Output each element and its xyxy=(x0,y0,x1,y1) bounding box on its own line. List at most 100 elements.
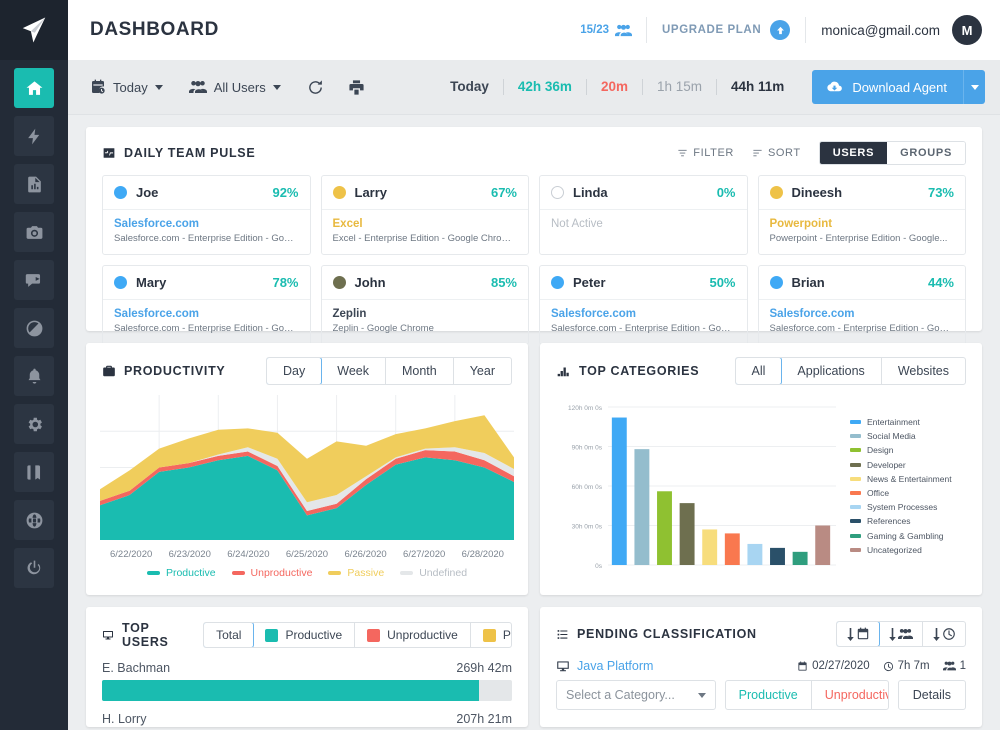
camera-icon xyxy=(25,223,44,242)
sidebar-item-screenshots[interactable] xyxy=(14,212,54,252)
top-users-legend-passive[interactable]: Passive xyxy=(471,623,512,647)
category-legend-item[interactable]: Entertainment xyxy=(850,417,952,427)
seat-usage[interactable]: 15/23 xyxy=(566,17,647,43)
app-logo[interactable] xyxy=(0,0,68,60)
sort-button[interactable]: SORT xyxy=(752,147,801,159)
classify-productive-button[interactable]: Productive xyxy=(726,681,812,709)
refresh-button[interactable] xyxy=(307,79,324,96)
legend-swatch xyxy=(850,519,861,523)
tab-month[interactable]: Month xyxy=(386,358,454,384)
pending-date: 02/27/2020 xyxy=(812,660,870,672)
pulse-user-card[interactable]: Dineesh73%PowerpointPowerpoint - Enterpr… xyxy=(758,175,967,255)
pulse-card-header: Linda0% xyxy=(540,176,747,210)
legend-swatch xyxy=(850,477,861,481)
sort-by-time-button[interactable] xyxy=(923,622,965,646)
print-button[interactable] xyxy=(348,79,365,96)
tab-week[interactable]: Week xyxy=(321,358,386,384)
calendar-icon xyxy=(797,661,808,672)
video-chat-icon xyxy=(25,271,44,290)
sidebar-item-home[interactable] xyxy=(14,68,54,108)
category-legend-item[interactable]: Design xyxy=(850,445,952,455)
category-legend-item[interactable]: Uncategorized xyxy=(850,545,952,555)
sidebar-item-settings[interactable] xyxy=(14,404,54,444)
category-legend-item[interactable]: Social Media xyxy=(850,431,952,441)
sidebar-item-network[interactable] xyxy=(14,500,54,540)
top-user-value: 207h 21m xyxy=(456,712,512,726)
category-legend-item[interactable]: References xyxy=(850,516,952,526)
legend-item[interactable]: Unproductive xyxy=(232,567,313,579)
pulse-user-card[interactable]: Brian44%Salesforce.comSalesforce.com - E… xyxy=(758,265,967,345)
filter-button[interactable]: FILTER xyxy=(677,147,734,159)
category-legend-item[interactable]: System Processes xyxy=(850,502,952,512)
pulse-user-card[interactable]: Mary78%Salesforce.comSalesforce.com - En… xyxy=(102,265,311,345)
tab-day[interactable]: Day xyxy=(266,357,322,385)
pulse-user-card[interactable]: Peter50%Salesforce.comSalesforce.com - E… xyxy=(539,265,748,345)
book-save-icon xyxy=(25,463,44,482)
tab-websites[interactable]: Websites xyxy=(882,358,965,384)
category-legend-item[interactable]: Gaming & Gambling xyxy=(850,531,952,541)
category-select[interactable]: Select a Category... xyxy=(556,680,716,710)
pulse-user-card[interactable]: Joe92%Salesforce.comSalesforce.com - Ent… xyxy=(102,175,311,255)
account-email[interactable]: monica@gmail.com xyxy=(806,23,952,38)
pulse-user-card[interactable]: Linda0%Not Active xyxy=(539,175,748,255)
sidebar-item-activity[interactable] xyxy=(14,116,54,156)
legend-swatch xyxy=(850,434,861,438)
sidebar-item-alerts[interactable] xyxy=(14,356,54,396)
svg-text:90h 0m 0s: 90h 0m 0s xyxy=(572,445,603,452)
pulse-user-percent: 85% xyxy=(491,275,517,290)
legend-swatch xyxy=(850,448,861,452)
legend-label: Productive xyxy=(285,628,342,642)
sidebar-item-reports[interactable] xyxy=(14,164,54,204)
bar xyxy=(815,526,830,566)
tab-year[interactable]: Year xyxy=(454,358,511,384)
pending-duration-group: 7h 7m xyxy=(883,660,930,672)
legend-swatch xyxy=(850,491,861,495)
pending-app-name: Java Platform xyxy=(577,659,653,673)
legend-item[interactable]: Passive xyxy=(328,567,384,579)
top-users-legend-total[interactable]: Total xyxy=(203,622,254,648)
avatar[interactable]: M xyxy=(952,15,982,45)
gear-icon xyxy=(25,415,44,434)
monitor-icon xyxy=(556,659,570,673)
pulse-app-description: Salesforce.com - Enterprise Edition - Go… xyxy=(114,233,299,244)
download-agent-dropdown[interactable] xyxy=(963,70,985,104)
pulse-user-card[interactable]: Larry67%ExcelExcel - Enterprise Edition … xyxy=(321,175,530,255)
tab-applications[interactable]: Applications xyxy=(781,358,881,384)
pulse-user-card[interactable]: John85%ZeplinZeplin - Google Chrome xyxy=(321,265,530,345)
top-users-legend-productive[interactable]: Productive xyxy=(253,623,355,647)
pulse-active-app: Excel xyxy=(333,218,518,230)
sort-by-date-button[interactable] xyxy=(836,621,880,647)
pulse-title-group: DAILY TEAM PULSE xyxy=(102,146,255,160)
pending-app[interactable]: Java Platform xyxy=(556,659,653,673)
upgrade-plan-button[interactable]: UPGRADE PLAN xyxy=(647,17,806,43)
top-users-legend-unproductive[interactable]: Unproductive xyxy=(355,623,471,647)
sidebar-item-logout[interactable] xyxy=(14,548,54,588)
sort-label: SORT xyxy=(768,147,801,159)
download-agent-button[interactable]: Download Agent xyxy=(812,70,963,104)
svg-text:120h 0m 0s: 120h 0m 0s xyxy=(568,405,603,412)
top-users-header: TOP USERS TotalProductiveUnproductivePas… xyxy=(86,607,528,659)
tab-all[interactable]: All xyxy=(735,357,783,385)
classify-unproductive-button[interactable]: Unproductive xyxy=(812,681,889,709)
user-filter-picker[interactable]: All Users xyxy=(189,80,281,95)
legend-item[interactable]: Undefined xyxy=(400,567,467,579)
toggle-groups[interactable]: GROUPS xyxy=(887,142,965,164)
legend-item[interactable]: Productive xyxy=(147,567,216,579)
pulse-app-description: Salesforce.com - Enterprise Edition - Go… xyxy=(551,323,736,334)
pulse-title: DAILY TEAM PULSE xyxy=(124,146,255,160)
bottom-row: TOP USERS TotalProductiveUnproductivePas… xyxy=(86,607,982,727)
category-legend-item[interactable]: Developer xyxy=(850,460,952,470)
sort-by-user-button[interactable] xyxy=(879,622,923,646)
details-button[interactable]: Details xyxy=(898,680,966,710)
sidebar-item-blocked[interactable] xyxy=(14,308,54,348)
category-legend-item[interactable]: Office xyxy=(850,488,952,498)
x-axis-tick: 6/24/2020 xyxy=(227,549,269,560)
pending-user-count: 1 xyxy=(960,660,966,672)
pending-controls: Select a Category... Productive Unproduc… xyxy=(556,680,966,710)
category-legend-item[interactable]: News & Entertainment xyxy=(850,474,952,484)
date-range-picker[interactable]: Today xyxy=(90,79,163,95)
sidebar-item-library[interactable] xyxy=(14,452,54,492)
sidebar-item-sessions[interactable] xyxy=(14,260,54,300)
toggle-users[interactable]: USERS xyxy=(820,142,887,164)
legend-label: News & Entertainment xyxy=(867,474,952,484)
